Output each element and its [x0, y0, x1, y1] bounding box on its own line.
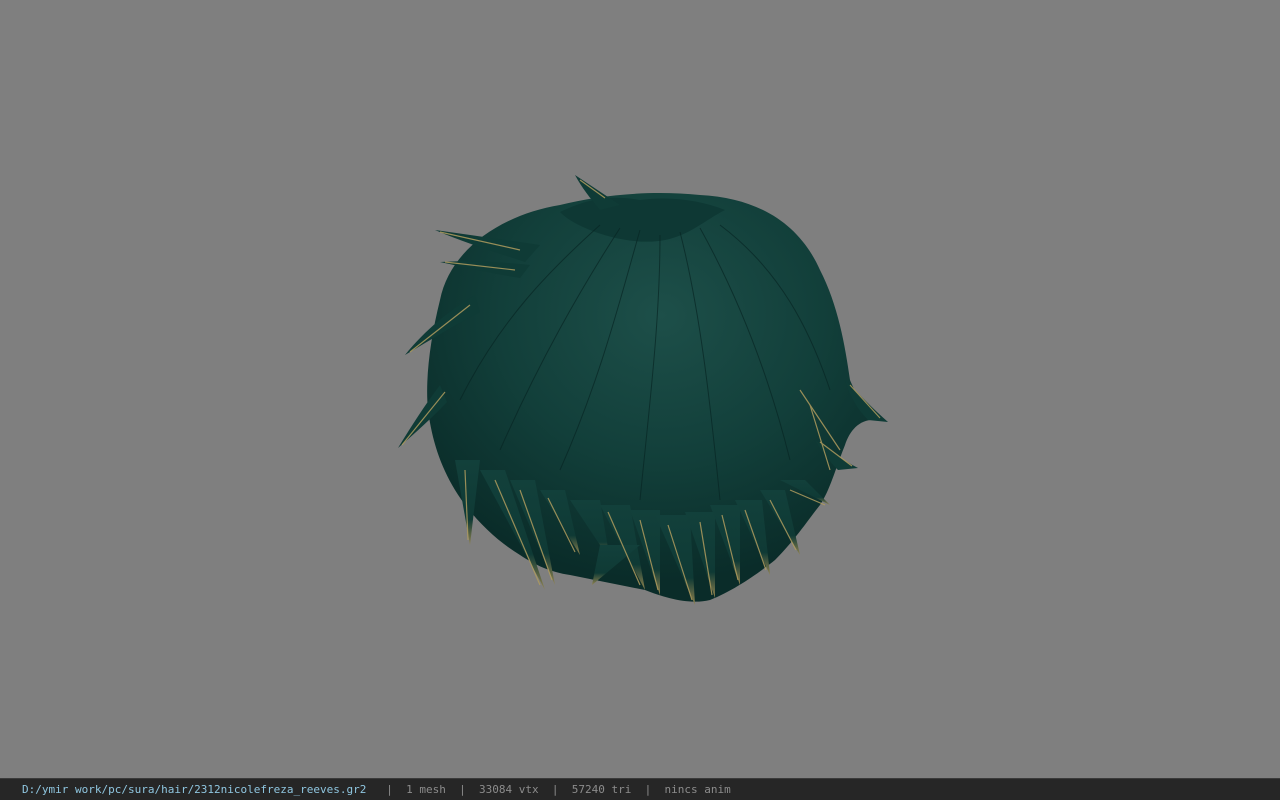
status-separator: |	[551, 783, 559, 796]
hair-model[interactable]	[0, 0, 1280, 778]
status-separator: |	[386, 783, 393, 796]
mesh-count: 1 mesh	[406, 783, 446, 796]
status-separator: |	[459, 783, 466, 796]
anim-status: nincs anim	[664, 783, 731, 796]
vertex-count: 33084 vtx	[479, 783, 539, 796]
3d-viewport[interactable]	[0, 0, 1280, 778]
file-path: D:/ymir work/pc/sura/hair/2312nicolefrez…	[22, 783, 367, 796]
status-bar: D:/ymir work/pc/sura/hair/2312nicolefrez…	[0, 778, 1280, 800]
triangle-count: 57240 tri	[571, 783, 632, 796]
status-separator: |	[644, 783, 652, 796]
